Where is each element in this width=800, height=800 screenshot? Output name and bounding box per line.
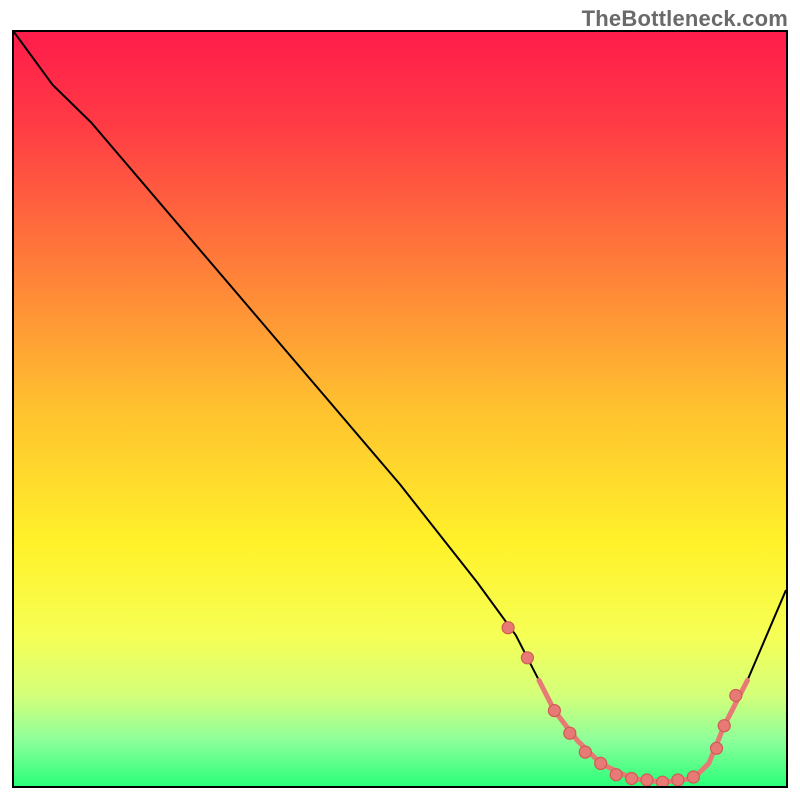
gradient-background bbox=[14, 32, 786, 786]
marker-dot bbox=[687, 771, 699, 783]
plot-area bbox=[12, 30, 788, 788]
marker-dot bbox=[730, 690, 742, 702]
marker-dot bbox=[641, 774, 653, 786]
marker-dot bbox=[626, 773, 638, 785]
marker-dot bbox=[711, 742, 723, 754]
marker-dot bbox=[595, 757, 607, 769]
marker-dot bbox=[548, 705, 560, 717]
chart-stage: TheBottleneck.com bbox=[0, 0, 800, 800]
watermark-text: TheBottleneck.com bbox=[582, 6, 788, 32]
marker-dot bbox=[579, 746, 591, 758]
marker-dot bbox=[564, 727, 576, 739]
marker-dot bbox=[718, 720, 730, 732]
marker-dot bbox=[502, 622, 514, 634]
marker-dot bbox=[610, 769, 622, 781]
bottleneck-chart bbox=[14, 32, 786, 786]
marker-dot bbox=[657, 776, 669, 786]
marker-dot bbox=[521, 652, 533, 664]
marker-dot bbox=[672, 774, 684, 786]
